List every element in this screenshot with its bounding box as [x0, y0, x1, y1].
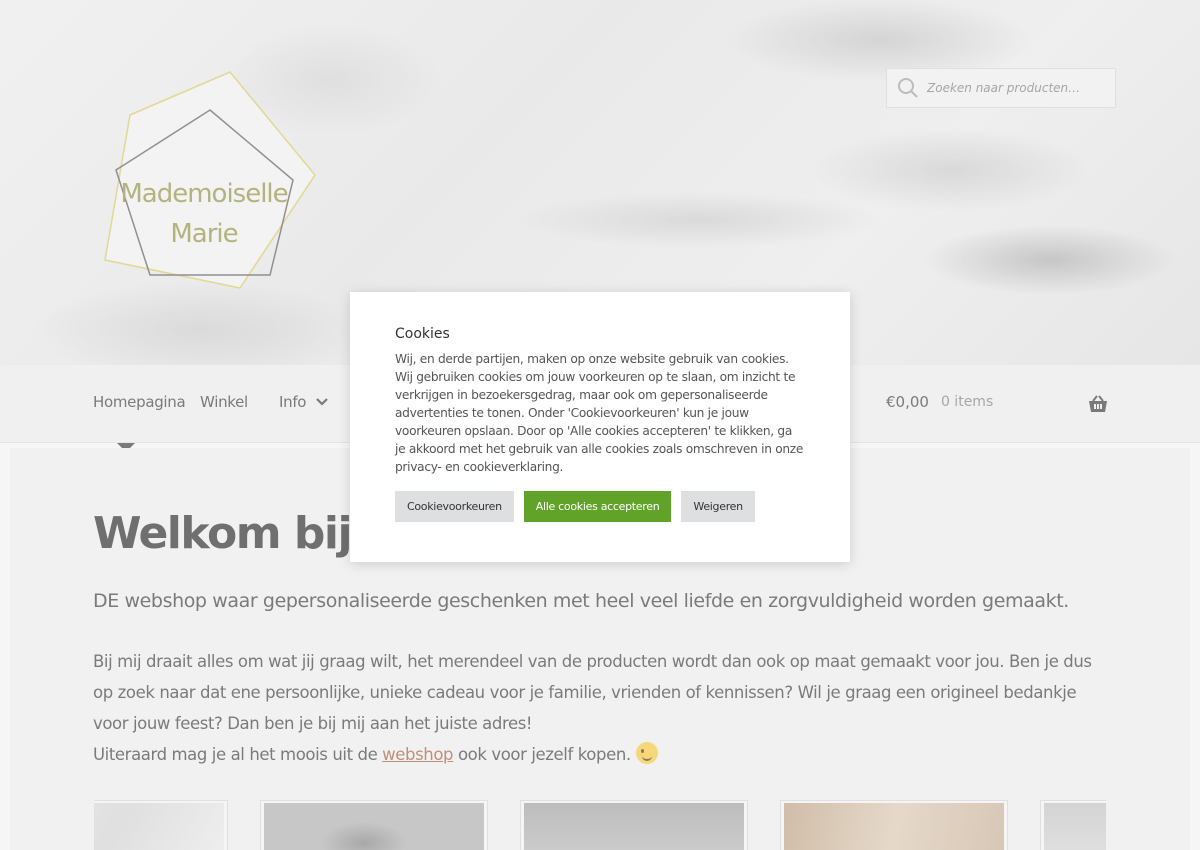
cookie-text: Wij, en derde partijen, maken op onze we…: [395, 352, 804, 474]
cookie-buttons: Cookievoorkeuren Alle cookies accepteren…: [395, 491, 805, 522]
cookie-dialog: Cookies Wij, en derde partijen, maken op…: [350, 292, 850, 562]
reject-cookies-button[interactable]: Weigeren: [681, 491, 755, 522]
accept-all-cookies-button[interactable]: Alle cookies accepteren: [523, 491, 672, 522]
cookie-title: Cookies: [395, 326, 450, 342]
cookie-preferences-button[interactable]: Cookievoorkeuren: [395, 491, 514, 522]
